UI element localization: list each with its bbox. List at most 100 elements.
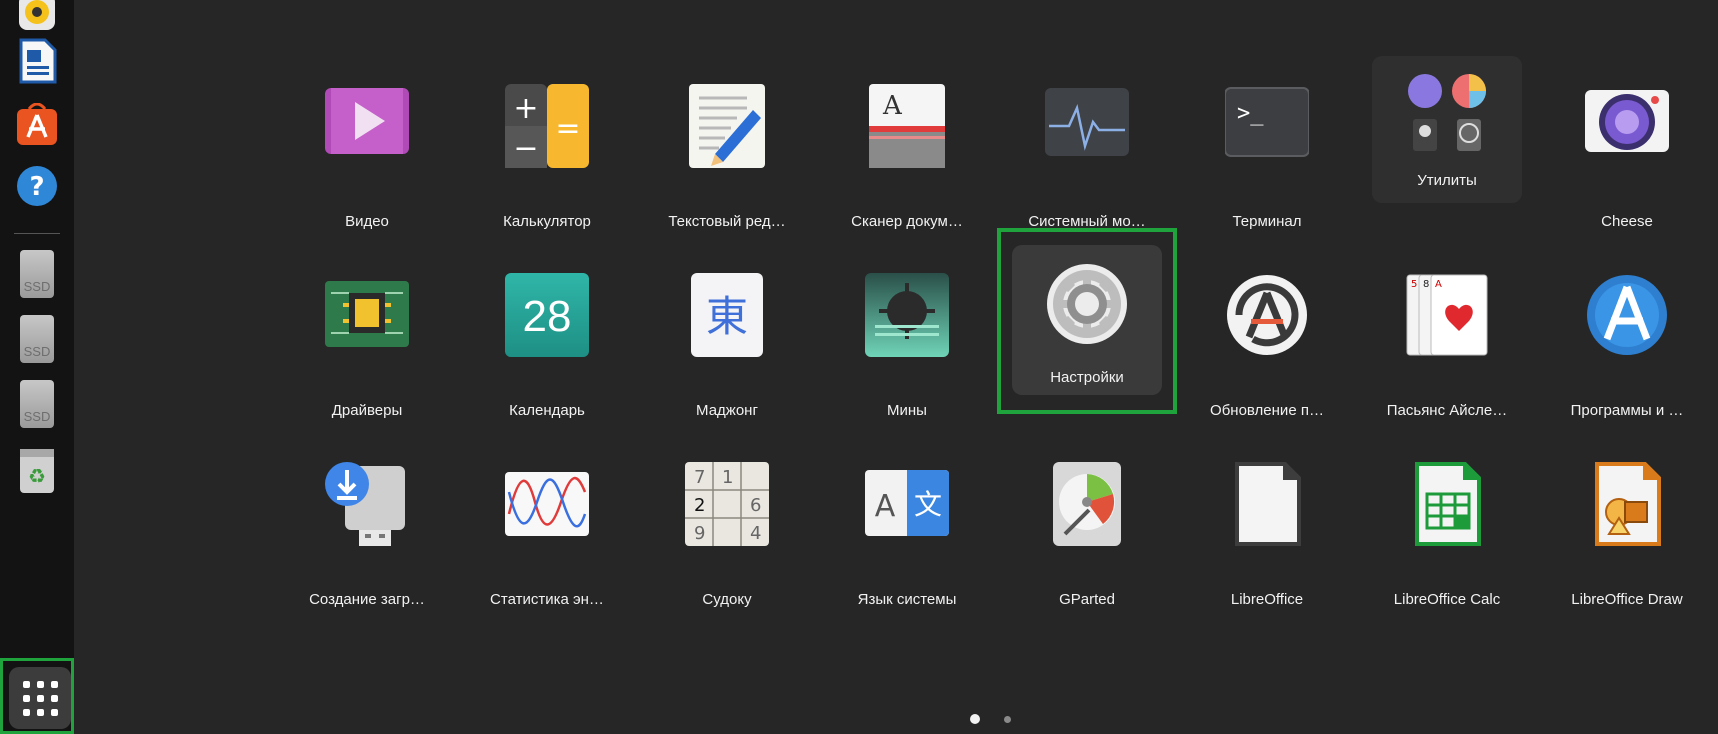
ssd-drive-2-icon[interactable]: SSD bbox=[11, 313, 63, 365]
software-center-icon bbox=[1585, 273, 1669, 357]
svg-text:>_: >_ bbox=[1237, 101, 1264, 126]
svg-text:東: 東 bbox=[706, 292, 748, 341]
system-monitor-icon bbox=[1045, 84, 1129, 168]
app-system-monitor[interactable]: Системный мо… bbox=[1012, 64, 1162, 230]
app-label: Пасьянс Айсле… bbox=[1386, 402, 1508, 419]
calculator-icon: + − = bbox=[505, 84, 589, 168]
app-label: Cheese bbox=[1601, 213, 1653, 230]
software-updater-icon bbox=[1225, 273, 1309, 357]
language-support-icon: A文 bbox=[865, 462, 949, 546]
page-dot-1[interactable] bbox=[970, 714, 980, 724]
app-language-support[interactable]: A文 Язык системы bbox=[832, 442, 982, 608]
svg-text:文: 文 bbox=[914, 488, 942, 521]
ssd-drive-3-icon[interactable]: SSD bbox=[11, 378, 63, 430]
trash-icon[interactable]: ♻ bbox=[11, 445, 63, 497]
app-label: LibreOffice bbox=[1230, 591, 1304, 608]
app-sudoku[interactable]: 716 9 4 2 Судоку bbox=[652, 442, 802, 608]
app-label: LibreOffice Draw bbox=[1571, 591, 1683, 608]
app-video[interactable]: Видео bbox=[292, 64, 442, 230]
svg-text:28: 28 bbox=[523, 292, 572, 341]
libreoffice-writer-icon[interactable] bbox=[11, 35, 63, 87]
settings-highlight bbox=[997, 228, 1177, 414]
app-gparted[interactable]: GParted bbox=[1012, 442, 1162, 608]
app-label: Сканер докум… bbox=[851, 213, 963, 230]
app-startup-disk-creator[interactable]: Создание загр… bbox=[292, 442, 442, 608]
svg-text:6: 6 bbox=[750, 495, 761, 516]
svg-text:A: A bbox=[875, 489, 896, 524]
app-libreoffice[interactable]: LibreOffice bbox=[1192, 442, 1342, 608]
show-apps-highlight bbox=[0, 658, 74, 734]
svg-text:8: 8 bbox=[1423, 279, 1429, 290]
app-text-editor[interactable]: Текстовый ред… bbox=[652, 64, 802, 230]
svg-text:=: = bbox=[555, 111, 580, 146]
app-label: Судоку bbox=[702, 591, 752, 608]
app-label: Мины bbox=[887, 402, 927, 419]
usb-creator-icon bbox=[325, 462, 409, 546]
app-label: Маджонг bbox=[696, 402, 758, 419]
svg-text:♻: ♻ bbox=[28, 464, 46, 488]
aisleriot-icon: 58A bbox=[1405, 273, 1489, 357]
document-scanner-icon: A bbox=[865, 84, 949, 168]
mines-icon bbox=[865, 273, 949, 357]
svg-text:4: 4 bbox=[750, 523, 761, 544]
folder-utilities[interactable]: Утилиты bbox=[1372, 56, 1522, 203]
drivers-icon bbox=[325, 273, 409, 357]
power-statistics-icon bbox=[505, 462, 589, 546]
sudoku-icon: 716 9 4 2 bbox=[685, 462, 769, 546]
svg-text:A: A bbox=[1435, 279, 1442, 290]
libreoffice-icon bbox=[1225, 462, 1309, 546]
app-label: LibreOffice Calc bbox=[1393, 591, 1501, 608]
app-label: Создание загр… bbox=[309, 591, 425, 608]
svg-text:?: ? bbox=[29, 172, 44, 202]
app-aisleriot[interactable]: 58A Пасьянс Айсле… bbox=[1372, 253, 1522, 419]
utilities-folder-icon bbox=[1405, 71, 1489, 155]
app-mahjong[interactable]: 東 Маджонг bbox=[652, 253, 802, 419]
app-document-scanner[interactable]: A Сканер докум… bbox=[832, 64, 982, 230]
app-center-icon[interactable] bbox=[11, 99, 63, 151]
app-label: Обновление п… bbox=[1210, 402, 1324, 419]
help-icon[interactable]: ? bbox=[11, 160, 63, 212]
app-label: Статистика эн… bbox=[490, 591, 604, 608]
app-libreoffice-draw[interactable]: LibreOffice Draw bbox=[1552, 442, 1702, 608]
app-label: Утилиты bbox=[1417, 172, 1477, 189]
cheese-icon bbox=[1585, 84, 1669, 168]
video-icon bbox=[325, 84, 409, 168]
app-terminal[interactable]: >_ Терминал bbox=[1192, 64, 1342, 230]
libreoffice-draw-icon bbox=[1585, 462, 1669, 546]
app-label: Язык системы bbox=[857, 591, 957, 608]
svg-text:9: 9 bbox=[694, 523, 705, 544]
app-label: Видео bbox=[345, 213, 389, 230]
calendar-icon: 28 bbox=[505, 273, 589, 357]
svg-text:A: A bbox=[882, 91, 903, 121]
app-mines[interactable]: Мины bbox=[832, 253, 982, 419]
app-label: Программы и … bbox=[1570, 402, 1684, 419]
rhythmbox-icon[interactable] bbox=[11, 0, 63, 38]
page-dot-2[interactable] bbox=[1004, 715, 1011, 723]
app-label: GParted bbox=[1059, 591, 1115, 608]
app-software-updater[interactable]: Обновление п… bbox=[1192, 253, 1342, 419]
app-libreoffice-calc[interactable]: LibreOffice Calc bbox=[1372, 442, 1522, 608]
text-editor-icon bbox=[685, 84, 769, 168]
svg-text:+: + bbox=[513, 91, 538, 126]
app-cheese[interactable]: Cheese bbox=[1552, 64, 1702, 230]
page-indicator bbox=[970, 714, 1011, 724]
svg-text:−: − bbox=[513, 131, 538, 166]
app-power-statistics[interactable]: Статистика эн… bbox=[472, 442, 622, 608]
app-label: Календарь bbox=[509, 402, 585, 419]
ssd-drive-1-icon[interactable]: SSD bbox=[11, 248, 63, 300]
svg-text:1: 1 bbox=[722, 467, 733, 488]
app-label: Калькулятор bbox=[503, 213, 591, 230]
show-applications-button[interactable] bbox=[9, 667, 71, 729]
app-calendar[interactable]: 28 Календарь bbox=[472, 253, 622, 419]
app-drivers[interactable]: Драйверы bbox=[292, 253, 442, 419]
app-software-center[interactable]: Программы и … bbox=[1552, 253, 1702, 419]
libreoffice-calc-icon bbox=[1405, 462, 1489, 546]
gparted-icon bbox=[1045, 462, 1129, 546]
app-label: Текстовый ред… bbox=[668, 213, 786, 230]
mahjong-icon: 東 bbox=[685, 273, 769, 357]
app-calculator[interactable]: + − = Калькулятор bbox=[472, 64, 622, 230]
svg-text:7: 7 bbox=[694, 467, 705, 488]
svg-text:5: 5 bbox=[1411, 279, 1417, 290]
app-label: Драйверы bbox=[331, 402, 403, 419]
app-label: Терминал bbox=[1232, 213, 1302, 230]
